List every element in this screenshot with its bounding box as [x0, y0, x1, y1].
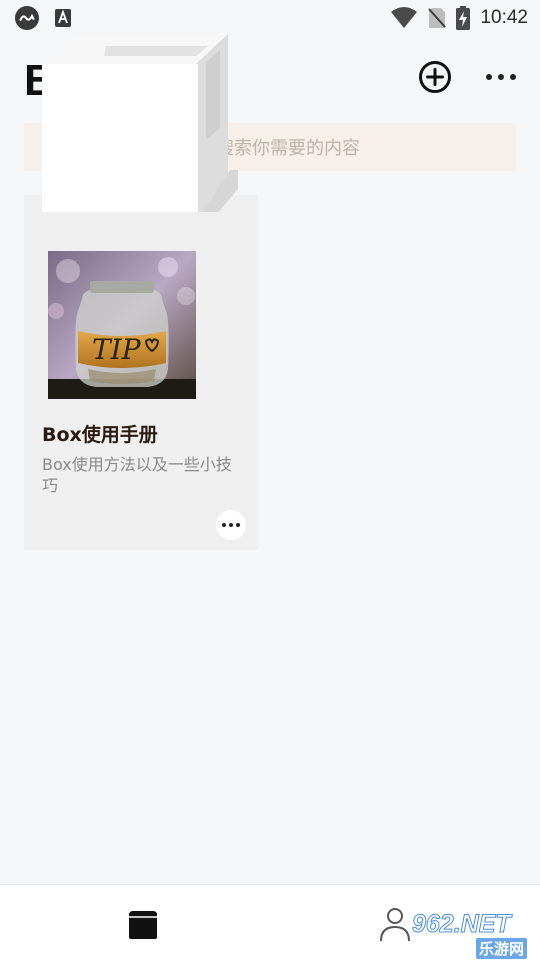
battery-charging-icon [456, 6, 471, 30]
cover-photo: TIP [48, 251, 196, 399]
wifi-icon [390, 7, 418, 29]
box-description: Box使用方法以及一些小技巧 [42, 455, 232, 495]
status-time: 10:42 [480, 7, 528, 28]
add-box-button[interactable] [418, 60, 452, 94]
watermark-sub-text: 乐游网 [476, 938, 528, 959]
box-title: Box使用手册 [42, 424, 158, 446]
box-cover-art [42, 34, 238, 212]
more-horizontal-icon [222, 523, 240, 527]
nav-box-tab[interactable] [125, 907, 161, 941]
watermark-main-text: 962.NET [412, 910, 512, 939]
cover-tip-text: TIP [92, 333, 142, 366]
add-circle-icon [419, 61, 451, 93]
no-sim-icon [428, 7, 447, 29]
box-icon [129, 911, 157, 939]
box-more-button[interactable] [216, 510, 246, 540]
watermark-logo: 962.NET 乐游网 [404, 908, 540, 960]
more-options-button[interactable] [482, 64, 520, 90]
status-right: 10:42 [390, 6, 528, 30]
more-horizontal-icon [486, 74, 516, 80]
